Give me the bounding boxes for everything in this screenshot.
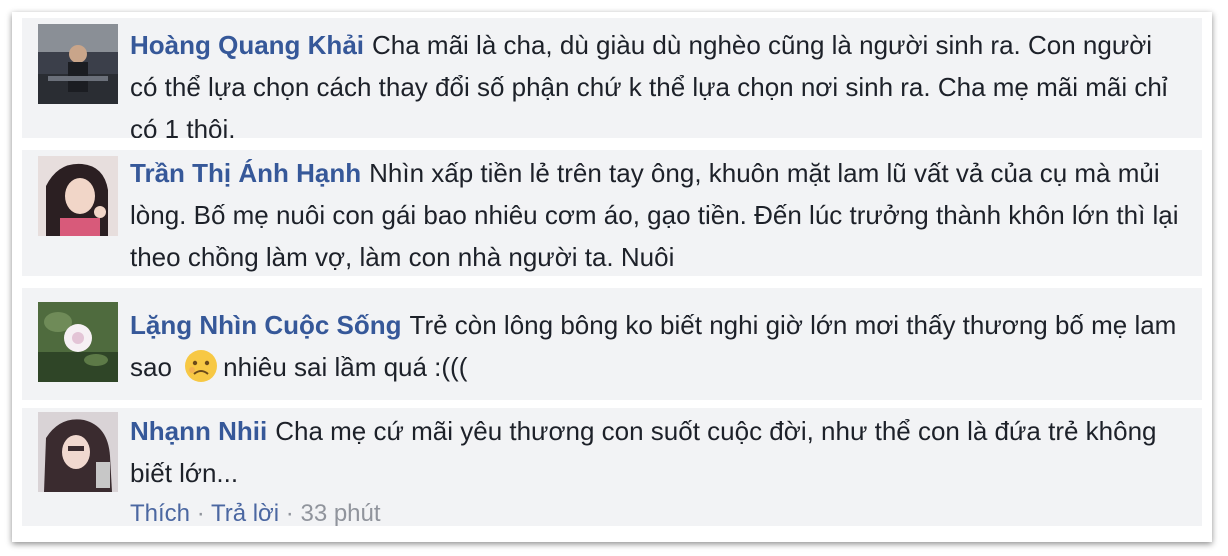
comment-author-link[interactable]: Lặng Nhìn Cuộc Sống xyxy=(130,310,402,340)
avatar[interactable] xyxy=(38,302,118,382)
comment-body: Trần Thị Ánh Hạnh Nhìn xấp tiền lẻ trên t… xyxy=(130,152,1180,276)
comment-text: nhiêu sai lầm quá :((( xyxy=(223,352,468,382)
comment-author-link[interactable]: Trần Thị Ánh Hạnh xyxy=(130,158,361,188)
comment-author-link[interactable]: Hoàng Quang Khải xyxy=(130,30,364,60)
comment-author-link[interactable]: Nhạnn Nhii xyxy=(130,416,267,446)
comment-timestamp[interactable]: 33 phút xyxy=(300,500,380,526)
screenshot-frame: Hoàng Quang Khải Cha mãi là cha, dù giàu … xyxy=(12,12,1212,542)
comment-actions: Thích · Trả lời · 33 phút xyxy=(130,500,381,526)
reply-link[interactable]: Trả lời xyxy=(211,500,279,526)
action-separator: · xyxy=(285,500,294,526)
comment-item: Lặng Nhìn Cuộc Sống Trẻ còn lông bông ko … xyxy=(22,288,1202,400)
comment-text: Cha mẹ cứ mãi yêu thương con suốt cuộc đ… xyxy=(130,416,1157,488)
sad-face-emoji-icon xyxy=(183,348,219,384)
like-link[interactable]: Thích xyxy=(130,500,190,526)
avatar[interactable] xyxy=(38,24,118,104)
comment-item: Hoàng Quang Khải Cha mãi là cha, dù giàu … xyxy=(22,18,1202,138)
action-separator: · xyxy=(196,500,205,526)
comment-item: Nhạnn Nhii Cha mẹ cứ mãi yêu thương con s… xyxy=(22,408,1202,526)
comment-body: Nhạnn Nhii Cha mẹ cứ mãi yêu thương con s… xyxy=(130,410,1180,494)
comment-body: Hoàng Quang Khải Cha mãi là cha, dù giàu … xyxy=(130,24,1180,138)
avatar[interactable] xyxy=(38,412,118,492)
comment-body: Lặng Nhìn Cuộc Sống Trẻ còn lông bông ko … xyxy=(130,304,1180,388)
avatar[interactable] xyxy=(38,156,118,236)
comment-item: Trần Thị Ánh Hạnh Nhìn xấp tiền lẻ trên t… xyxy=(22,150,1202,276)
